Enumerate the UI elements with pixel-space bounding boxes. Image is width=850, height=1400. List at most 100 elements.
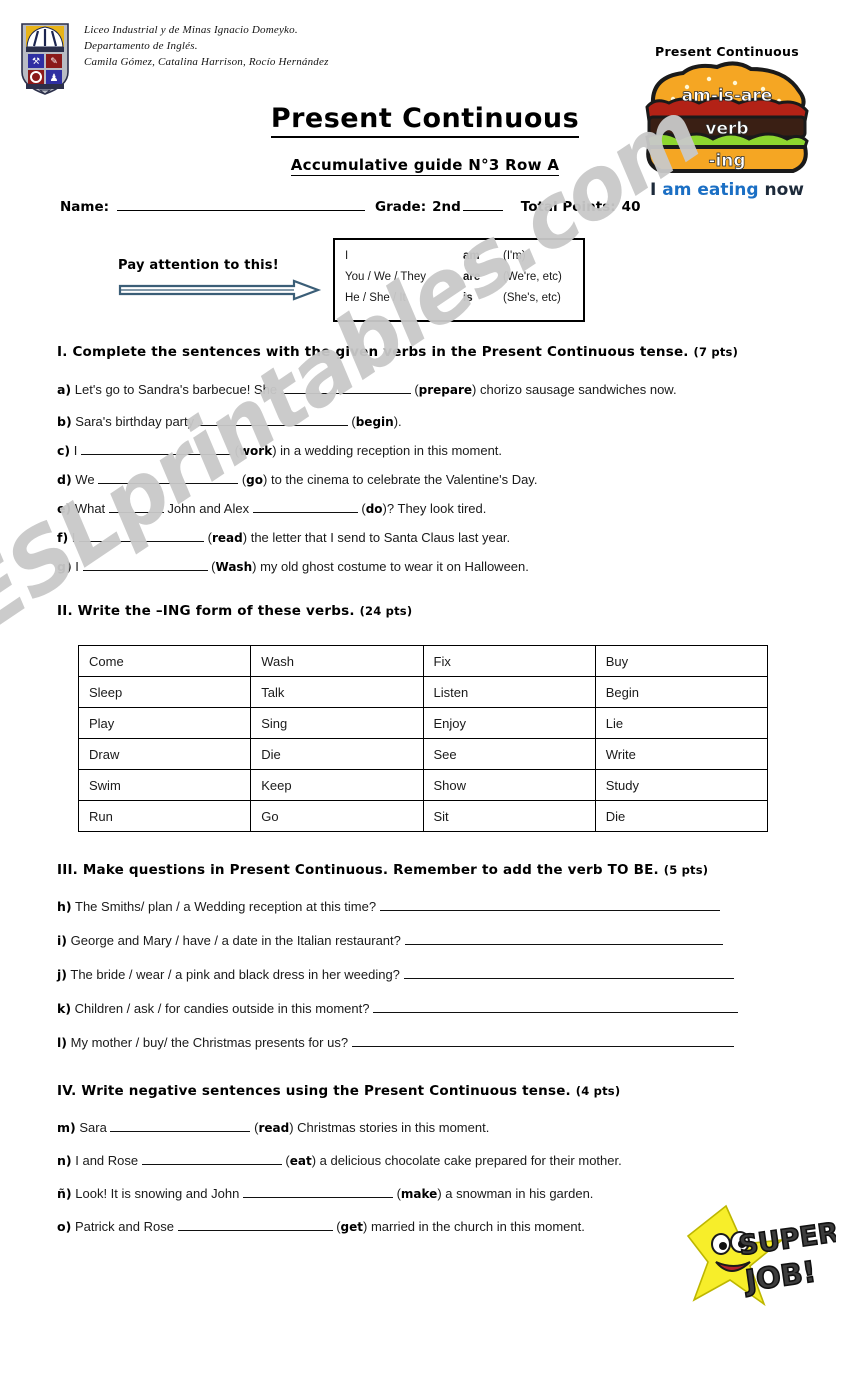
verb-cell[interactable]: Fix [422, 645, 596, 677]
verb-cell[interactable]: Buy [594, 645, 769, 677]
school-info: Liceo Industrial y de Minas Ignacio Dome… [84, 22, 329, 70]
question-post: chorizo sausage sandwiches now. [480, 382, 677, 397]
question-pre: Look! It is snowing and John [75, 1186, 240, 1201]
question-text: The Smiths/ plan / a Wedding reception a… [75, 899, 377, 914]
question-l: l) My mother / buy/ the Christmas presen… [57, 1034, 734, 1052]
answer-blank[interactable] [373, 1000, 739, 1013]
verb-cell[interactable]: See [422, 738, 596, 770]
answer-blank[interactable] [242, 1185, 393, 1198]
grammar-contraction: (We're, etc) [503, 271, 562, 283]
answer-blank[interactable] [197, 413, 348, 426]
section-1-heading-text: I. Complete the sentences with the given… [57, 344, 689, 360]
section-2-heading-text: II. Write the –ING form of these verbs. [57, 603, 355, 619]
verb-cell[interactable]: Die [594, 800, 769, 832]
school-department: Departamento de Inglés. [84, 40, 198, 52]
question-verb-close: ) [363, 1219, 368, 1234]
question-j: j) The bride / wear / a pink and black d… [57, 966, 734, 984]
verb-cell[interactable]: Play [77, 707, 252, 739]
grammar-be: are [463, 271, 481, 283]
verb-cell[interactable]: Talk [250, 676, 424, 708]
grade-label: Grade: [375, 199, 427, 215]
verb-cell[interactable]: Swim [77, 769, 252, 801]
answer-blank[interactable] [351, 1034, 734, 1047]
question-post: . [398, 414, 402, 429]
verb-cell[interactable]: Sing [250, 707, 424, 739]
question-i: i) George and Mary / have / a date in th… [57, 932, 723, 950]
question-letter: c) [57, 443, 71, 458]
answer-blank[interactable] [98, 471, 239, 484]
question-o: o) Patrick and Rose (get) married in the… [57, 1218, 585, 1236]
svg-text:⚒: ⚒ [32, 57, 40, 67]
question-pre: Let's go to Sandra's barbecue! She [74, 382, 278, 397]
answer-blank[interactable] [82, 558, 208, 571]
question-n: n) I and Rose (eat) a delicious chocolat… [57, 1152, 622, 1170]
grade-input[interactable] [462, 197, 503, 211]
verb-table: Come Wash Fix Buy Sleep Talk Listen Begi… [77, 645, 769, 832]
grammar-be: is [463, 292, 473, 304]
verb-cell[interactable]: Enjoy [422, 707, 596, 739]
answer-blank-2[interactable] [252, 500, 358, 513]
question-letter: d) [57, 472, 72, 487]
section-3-heading: III. Make questions in Present Continuou… [57, 862, 708, 878]
verb-cell[interactable]: Sleep [77, 676, 252, 708]
section-1-heading: I. Complete the sentences with the given… [57, 344, 738, 360]
question-letter: a) [57, 382, 72, 397]
question-post: Christmas stories in this moment. [297, 1120, 490, 1135]
question-e: e) What John and Alex (do)? They look ti… [57, 500, 486, 518]
verb-cell[interactable]: Begin [594, 676, 769, 708]
question-f: f) I (read) the letter that I send to Sa… [57, 529, 510, 547]
verb-cell[interactable]: Show [422, 769, 596, 801]
table-row: Come Wash Fix Buy [77, 645, 769, 677]
answer-blank[interactable] [110, 1119, 251, 1132]
question-text: George and Mary / have / a date in the I… [70, 933, 401, 948]
question-k: k) Children / ask / for candies outside … [57, 1000, 739, 1018]
question-verb: go [246, 473, 263, 487]
question-post: ? They look tired. [386, 501, 487, 516]
question-pre: I [73, 443, 78, 458]
section-1-points: (7 pts) [693, 345, 739, 359]
answer-blank[interactable] [280, 381, 411, 394]
question-pre: I [75, 559, 79, 574]
verb-cell[interactable]: Sit [422, 800, 596, 832]
answer-blank[interactable] [79, 529, 205, 542]
verb-cell[interactable]: Wash [250, 645, 424, 677]
question-text: Children / ask / for candies outside in … [74, 1001, 370, 1016]
name-input[interactable] [117, 197, 366, 211]
section-3-points: (5 pts) [663, 863, 709, 877]
section-4-heading-text: IV. Write negative sentences using the P… [57, 1083, 571, 1099]
school-crest-icon: ⚒ ✎ ♟ [18, 18, 72, 96]
answer-blank[interactable] [379, 898, 720, 911]
superjob-clipart: SUPER JOB! [686, 1200, 836, 1322]
question-pre: What [74, 501, 106, 516]
question-letter: f) [57, 530, 69, 545]
question-letter: ñ) [57, 1186, 72, 1201]
points-value: 40 [621, 199, 641, 215]
verb-cell[interactable]: Lie [594, 707, 769, 739]
answer-blank[interactable] [177, 1218, 333, 1231]
verb-cell[interactable]: Go [250, 800, 424, 832]
answer-blank[interactable] [404, 932, 723, 945]
worksheet-page: ESLprintables.com ⚒ ✎ ♟ Liceo Industrial… [0, 0, 850, 1400]
question-verb: begin [355, 415, 394, 429]
answer-blank[interactable] [141, 1152, 282, 1165]
verb-cell[interactable]: Die [250, 738, 424, 770]
answer-blank[interactable] [81, 442, 231, 455]
page-subtitle: Accumulative guide N°3 Row A [0, 156, 850, 176]
verb-cell[interactable]: Run [77, 800, 252, 832]
question-pre: Sara [79, 1120, 107, 1135]
table-row: Swim Keep Show Study [77, 769, 769, 801]
section-4-heading: IV. Write negative sentences using the P… [57, 1083, 620, 1099]
question-post: my old ghost costume to wear it on Hallo… [260, 559, 529, 574]
verb-cell[interactable]: Keep [250, 769, 424, 801]
verb-cell[interactable]: Study [594, 769, 769, 801]
answer-blank[interactable] [108, 500, 164, 513]
verb-cell[interactable]: Come [77, 645, 252, 677]
grammar-contraction: (She's, etc) [503, 292, 561, 304]
page-subtitle-text: Accumulative guide N°3 Row A [290, 156, 560, 176]
question-mid: John and Alex [167, 501, 250, 516]
answer-blank[interactable] [403, 966, 734, 979]
verb-cell[interactable]: Listen [422, 676, 596, 708]
question-verb: read [212, 531, 243, 545]
verb-cell[interactable]: Write [594, 738, 769, 770]
verb-cell[interactable]: Draw [77, 738, 252, 770]
